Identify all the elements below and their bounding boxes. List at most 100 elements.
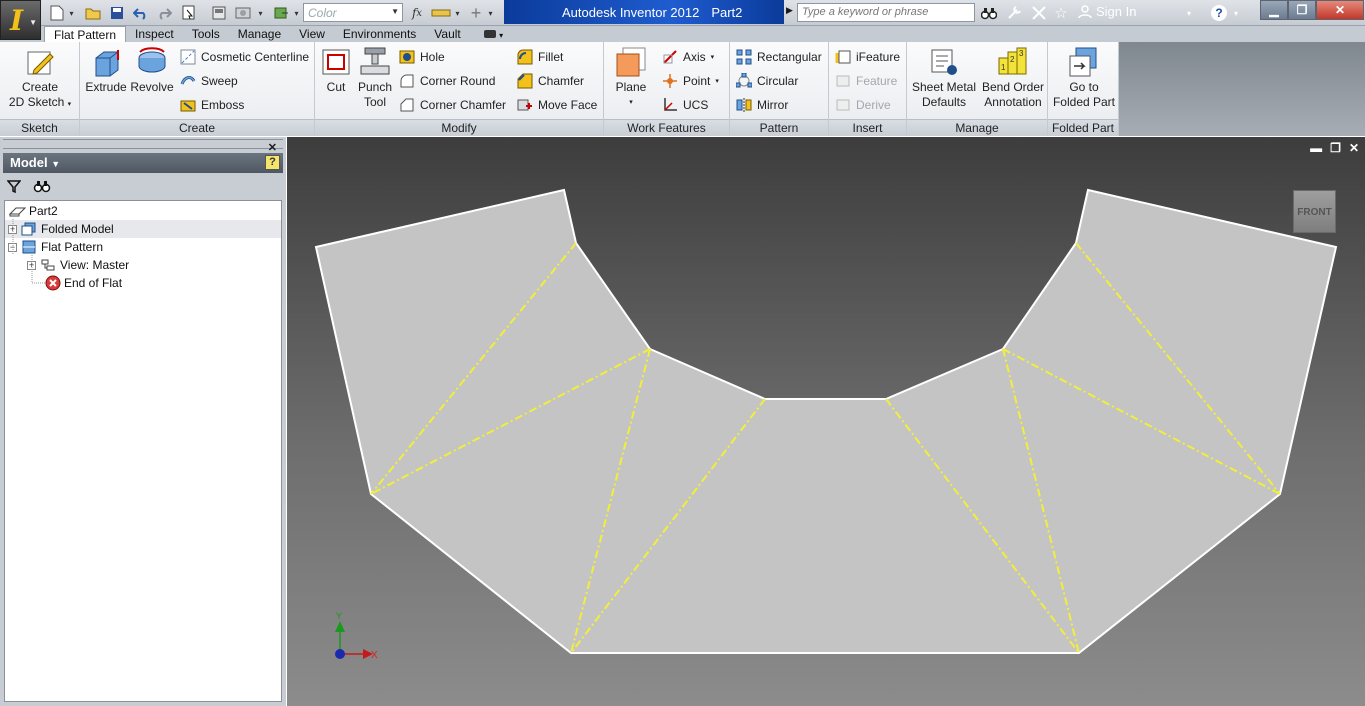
browser-grip[interactable]: ✕ <box>3 139 283 154</box>
dropdown-icon[interactable]: ▾ <box>453 4 462 22</box>
customize-dropdown-icon[interactable]: ▾ <box>486 4 495 22</box>
move-face-button[interactable]: Move Face <box>517 95 597 115</box>
feature-button[interactable]: Feature <box>835 71 897 91</box>
cosmetic-centerline-button[interactable]: Cosmetic Centerline <box>180 47 309 67</box>
minimize-button[interactable]: ▁ <box>1260 0 1288 20</box>
bend-order-annotation-button[interactable]: 123 Bend Order Annotation <box>980 46 1046 110</box>
extrude-label: Extrude <box>85 80 127 94</box>
bend-order-annotation-label-2: Annotation <box>984 95 1042 109</box>
tab-environments[interactable]: Environments <box>334 26 425 42</box>
sweep-icon <box>180 76 196 85</box>
go-to-folded-part-button[interactable]: Go to Folded Part <box>1051 46 1117 110</box>
derive-button[interactable]: Derive <box>835 95 891 115</box>
point-button[interactable]: Point ▾ <box>662 71 719 91</box>
new-dropdown-icon[interactable]: ▾ <box>67 4 76 22</box>
parameters-fx-icon[interactable]: fx <box>408 4 426 22</box>
redo-icon[interactable] <box>155 4 173 22</box>
tab-manage[interactable]: Manage <box>229 26 290 42</box>
tree-node-label: View: Master <box>60 258 130 272</box>
punch-tool-button[interactable]: Punch Tool <box>355 46 395 110</box>
plane-label: Plane <box>615 80 647 94</box>
panel-title-manage: Manage <box>907 119 1047 136</box>
color-select-value: Color <box>308 6 337 20</box>
color-select[interactable]: Color ▼ <box>303 3 403 22</box>
ribbon-display-toggle[interactable]: ▾ <box>470 26 512 42</box>
close-button[interactable]: ✕ <box>1316 0 1364 20</box>
subscription-tools-icon[interactable] <box>1005 4 1023 22</box>
binoculars-icon[interactable] <box>980 4 998 22</box>
panel-title-sketch: Sketch <box>0 119 79 136</box>
sign-in-button[interactable]: Sign In <box>1078 4 1136 19</box>
move-face-label: Move Face <box>538 98 598 112</box>
tab-view[interactable]: View <box>290 26 334 42</box>
ucs-button[interactable]: UCS <box>662 95 708 115</box>
dropdown-icon[interactable]: ▾ <box>256 4 265 22</box>
tab-tools[interactable]: Tools <box>183 26 229 42</box>
cut-button[interactable]: Cut <box>319 46 353 95</box>
ifeature-button[interactable]: iFeature <box>835 47 900 67</box>
help-button[interactable]: ? <box>1210 4 1228 22</box>
filter-icon[interactable] <box>7 179 21 193</box>
plane-button[interactable]: Plane ▾ <box>610 46 652 110</box>
axis-button[interactable]: Axis ▾ <box>662 47 714 67</box>
fillet-button[interactable]: Fillet <box>517 47 563 67</box>
tab-vault[interactable]: Vault <box>425 26 469 42</box>
rectangular-pattern-icon <box>736 49 752 65</box>
ribbon: Create 2D Sketch ▾ Sketch Extrude Revolv… <box>0 42 1119 136</box>
select-icon[interactable] <box>180 4 198 22</box>
update-icon[interactable] <box>210 4 228 22</box>
design-doctor-icon[interactable] <box>234 4 252 22</box>
circular-pattern-button[interactable]: Circular <box>736 71 798 91</box>
panel-title-create: Create <box>80 119 314 136</box>
application-menu-button[interactable]: I ▼ <box>0 0 41 40</box>
measure-icon[interactable] <box>430 4 452 22</box>
tab-flat-pattern[interactable]: Flat Pattern <box>44 26 127 43</box>
new-file-icon[interactable] <box>48 4 66 22</box>
chamfer-button[interactable]: Chamfer <box>517 71 584 91</box>
feature-label: Feature <box>856 74 898 88</box>
restore-button[interactable]: ❐ <box>1288 0 1316 20</box>
extrude-button[interactable]: Extrude <box>84 46 128 95</box>
fillet-icon <box>517 49 533 65</box>
graphics-window[interactable]: ▬ ❐ ✕ X Y FRONT <box>287 137 1365 706</box>
corner-chamfer-button[interactable]: Corner Chamfer <box>399 95 506 115</box>
plus-icon[interactable]: + <box>467 3 485 23</box>
close-icon: ✕ <box>1334 3 1346 17</box>
viewcube[interactable]: FRONT <box>1293 190 1336 233</box>
material-icon[interactable] <box>272 4 290 22</box>
chevron-down-icon: ▾ <box>710 54 715 61</box>
save-icon[interactable] <box>108 4 126 22</box>
chevron-down-icon: ▾ <box>67 101 72 108</box>
corner-round-button[interactable]: Corner Round <box>399 71 495 91</box>
favorites-star-icon[interactable]: ☆ <box>1052 4 1070 22</box>
rectangular-pattern-button[interactable]: Rectangular <box>736 47 822 67</box>
emboss-button[interactable]: Emboss <box>180 95 244 115</box>
undo-icon[interactable] <box>132 4 150 22</box>
dropdown-icon[interactable]: ▾ <box>292 4 301 22</box>
sign-in-dropdown-icon[interactable]: ▾ <box>1184 4 1194 22</box>
chevron-down-icon: ▼ <box>29 18 37 27</box>
minimize-icon: ▁ <box>1269 3 1279 17</box>
sheet-metal-defaults-label-1: Sheet Metal <box>911 80 977 94</box>
revolve-label: Revolve <box>130 80 174 94</box>
search-expand-icon[interactable]: ▶ <box>786 5 793 16</box>
sketch-pencil-icon <box>24 46 56 78</box>
sheet-metal-defaults-icon <box>928 46 960 78</box>
browser-header[interactable]: Model ▼ ? <box>3 153 283 173</box>
search-input[interactable]: Type a keyword or phrase <box>797 3 975 22</box>
help-icon[interactable]: ? <box>265 155 280 170</box>
tab-inspect[interactable]: Inspect <box>126 26 183 42</box>
create-2d-sketch-button[interactable]: Create 2D Sketch ▾ <box>4 46 76 112</box>
revolve-button[interactable]: Revolve <box>130 46 174 95</box>
hole-button[interactable]: Hole <box>399 47 445 67</box>
help-dropdown-icon[interactable]: ▾ <box>1231 4 1241 22</box>
window-title: Autodesk Inventor 2012 Part2 <box>504 0 784 24</box>
flat-pattern-sheet[interactable] <box>314 188 1338 654</box>
mirror-button[interactable]: Mirror <box>736 95 788 115</box>
sweep-button[interactable]: Sweep <box>180 71 238 91</box>
communication-center-icon[interactable] <box>1030 4 1048 22</box>
open-folder-icon[interactable] <box>84 4 102 22</box>
binoculars-icon[interactable] <box>33 179 51 193</box>
create-2d-sketch-label-1: Create <box>21 80 59 94</box>
sheet-metal-defaults-button[interactable]: Sheet Metal Defaults <box>910 46 978 110</box>
